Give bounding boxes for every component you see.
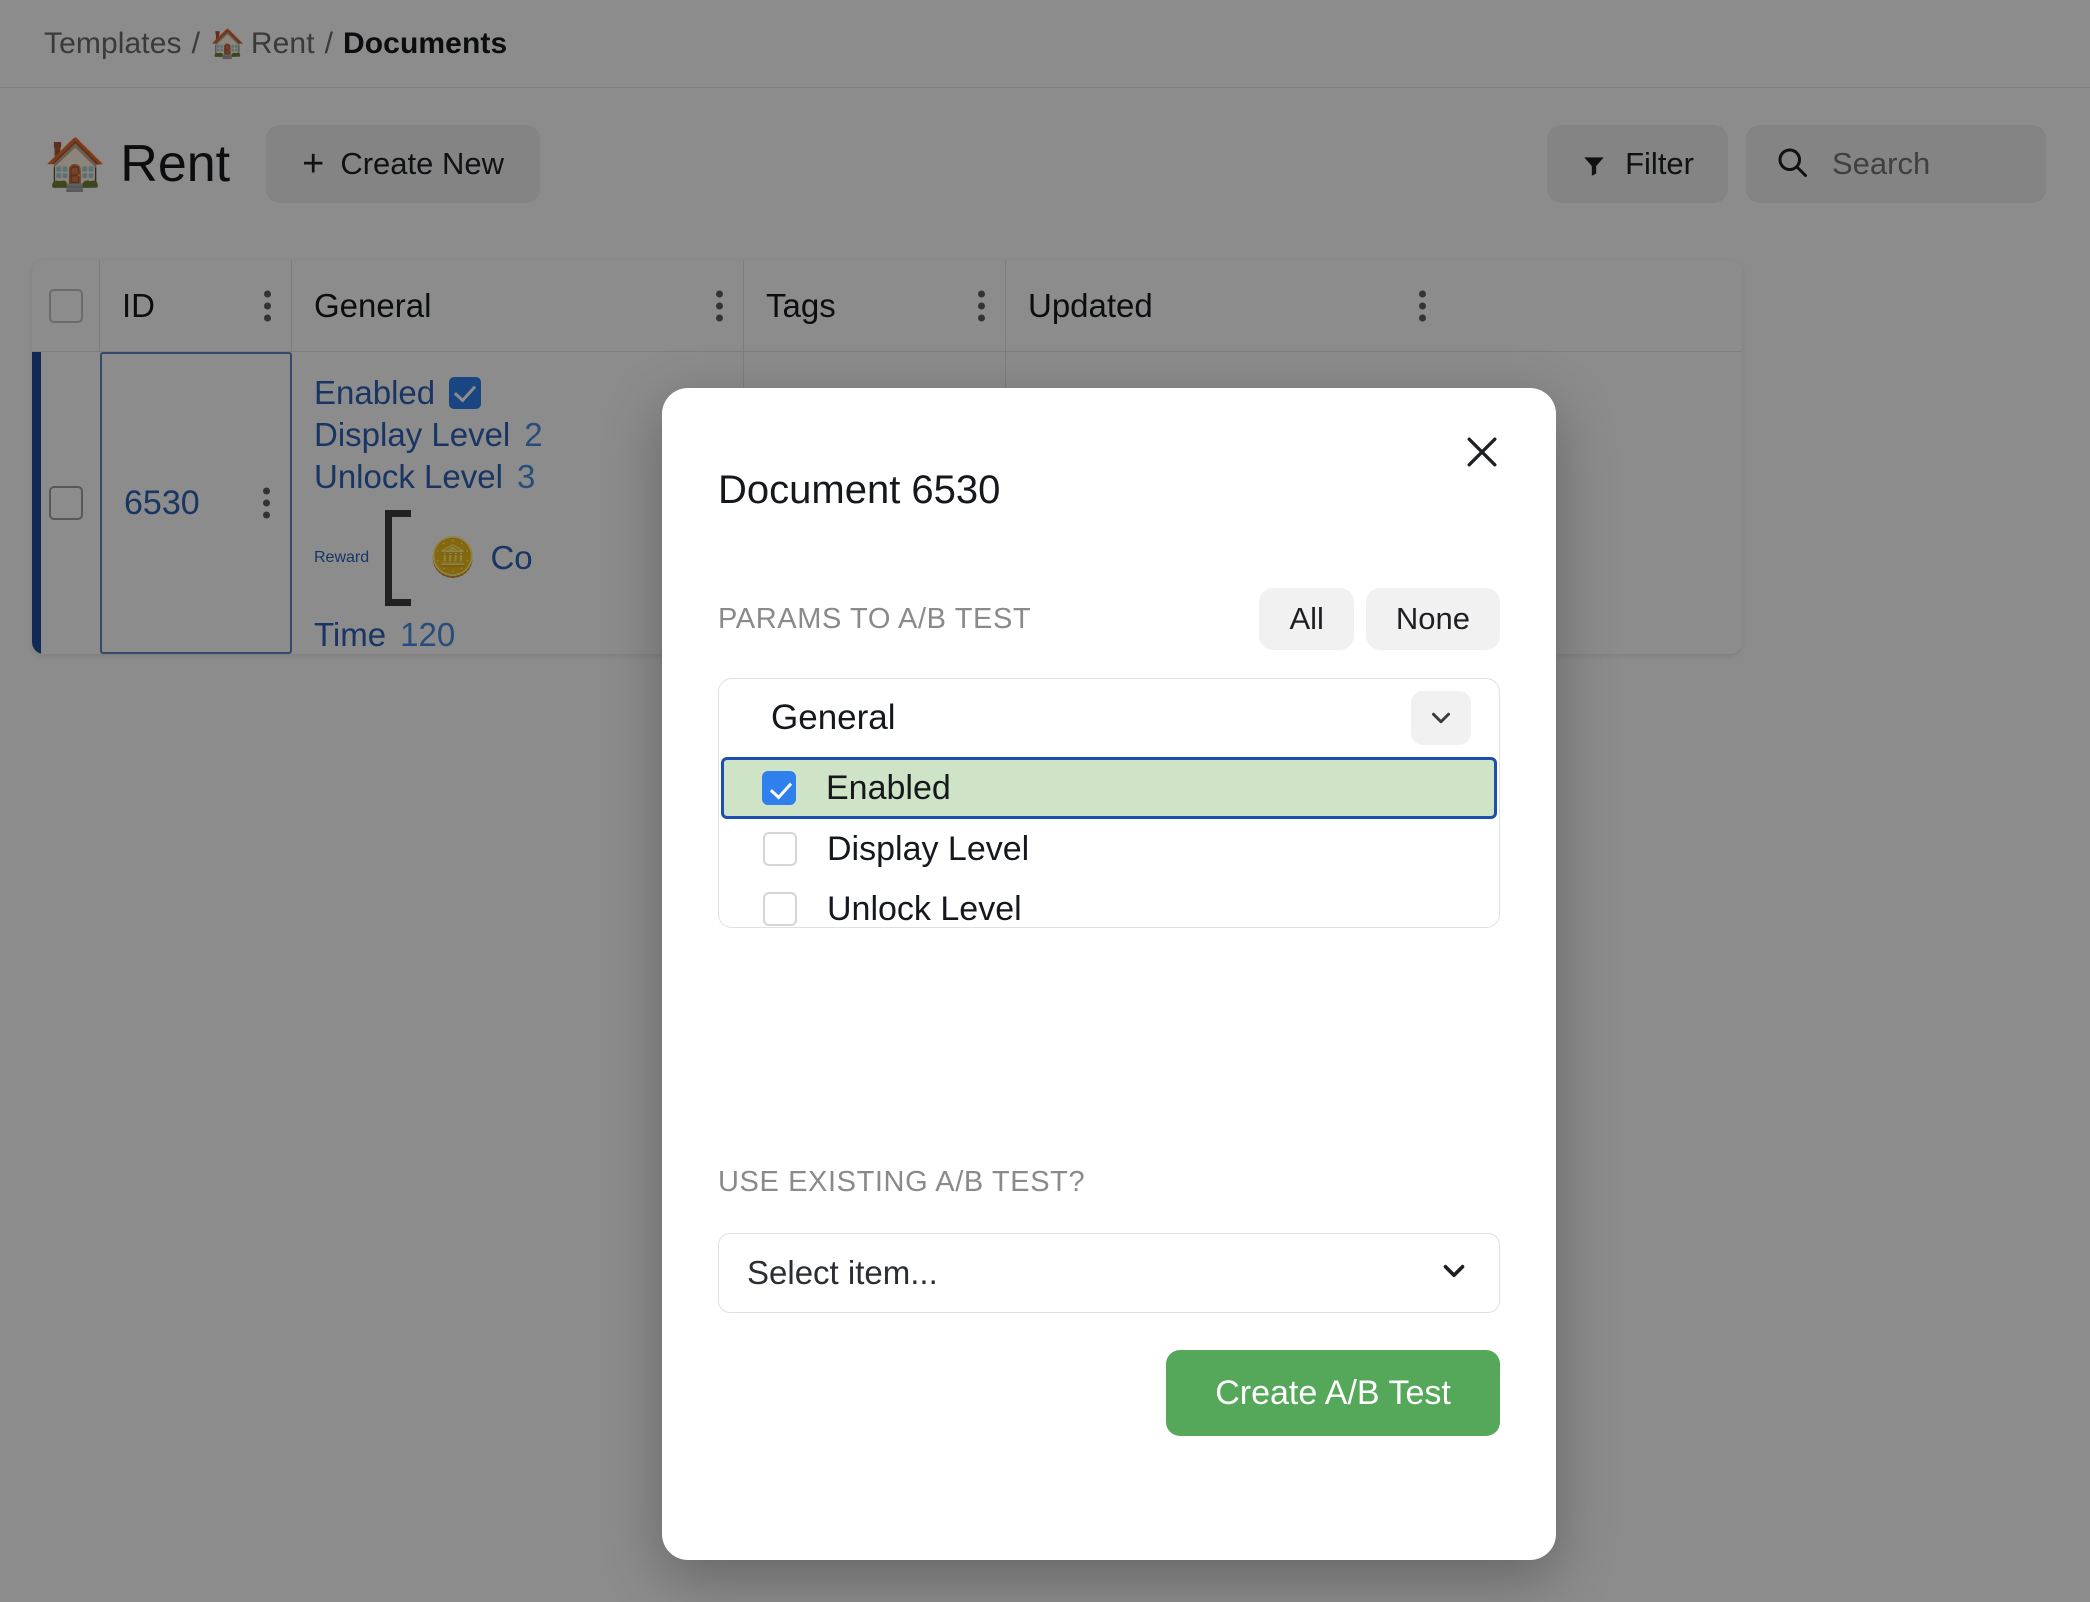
param-label-unlock-level: Unlock Level bbox=[827, 889, 1022, 928]
params-group-title: General bbox=[771, 698, 896, 737]
modal-title: Document 6530 bbox=[718, 468, 1001, 512]
param-item-unlock-level[interactable]: Unlock Level bbox=[725, 879, 1493, 928]
param-checkbox-enabled[interactable] bbox=[762, 771, 796, 805]
chevron-down-icon-select bbox=[1437, 1254, 1471, 1293]
param-label-display-level: Display Level bbox=[827, 829, 1030, 868]
create-ab-test-button[interactable]: Create A/B Test bbox=[1166, 1350, 1500, 1436]
select-none-button[interactable]: None bbox=[1365, 588, 1500, 650]
params-list[interactable]: General Enabled Display Level Unlock Lev… bbox=[718, 678, 1500, 928]
select-all-none-group: All None bbox=[1259, 588, 1500, 650]
params-section-header: PARAMS TO A/B TEST All None bbox=[718, 588, 1500, 650]
ab-test-modal: Document 6530 PARAMS TO A/B TEST All Non… bbox=[662, 388, 1556, 1560]
chevron-down-icon[interactable] bbox=[1411, 691, 1471, 745]
select-all-button[interactable]: All bbox=[1259, 588, 1354, 650]
params-group-header[interactable]: General bbox=[719, 679, 1499, 757]
close-icon[interactable] bbox=[1450, 420, 1514, 484]
param-checkbox-unlock-level[interactable] bbox=[763, 892, 797, 926]
param-checkbox-display-level[interactable] bbox=[763, 832, 797, 866]
existing-abtest-select[interactable]: Select item... bbox=[718, 1233, 1500, 1313]
params-section-label: PARAMS TO A/B TEST bbox=[718, 602, 1032, 635]
param-label-enabled: Enabled bbox=[826, 768, 951, 807]
param-item-enabled[interactable]: Enabled bbox=[721, 757, 1497, 819]
existing-abtest-label: USE EXISTING A/B TEST? bbox=[718, 1166, 1086, 1198]
param-item-display-level[interactable]: Display Level bbox=[725, 819, 1493, 879]
existing-abtest-select-value: Select item... bbox=[747, 1254, 938, 1291]
